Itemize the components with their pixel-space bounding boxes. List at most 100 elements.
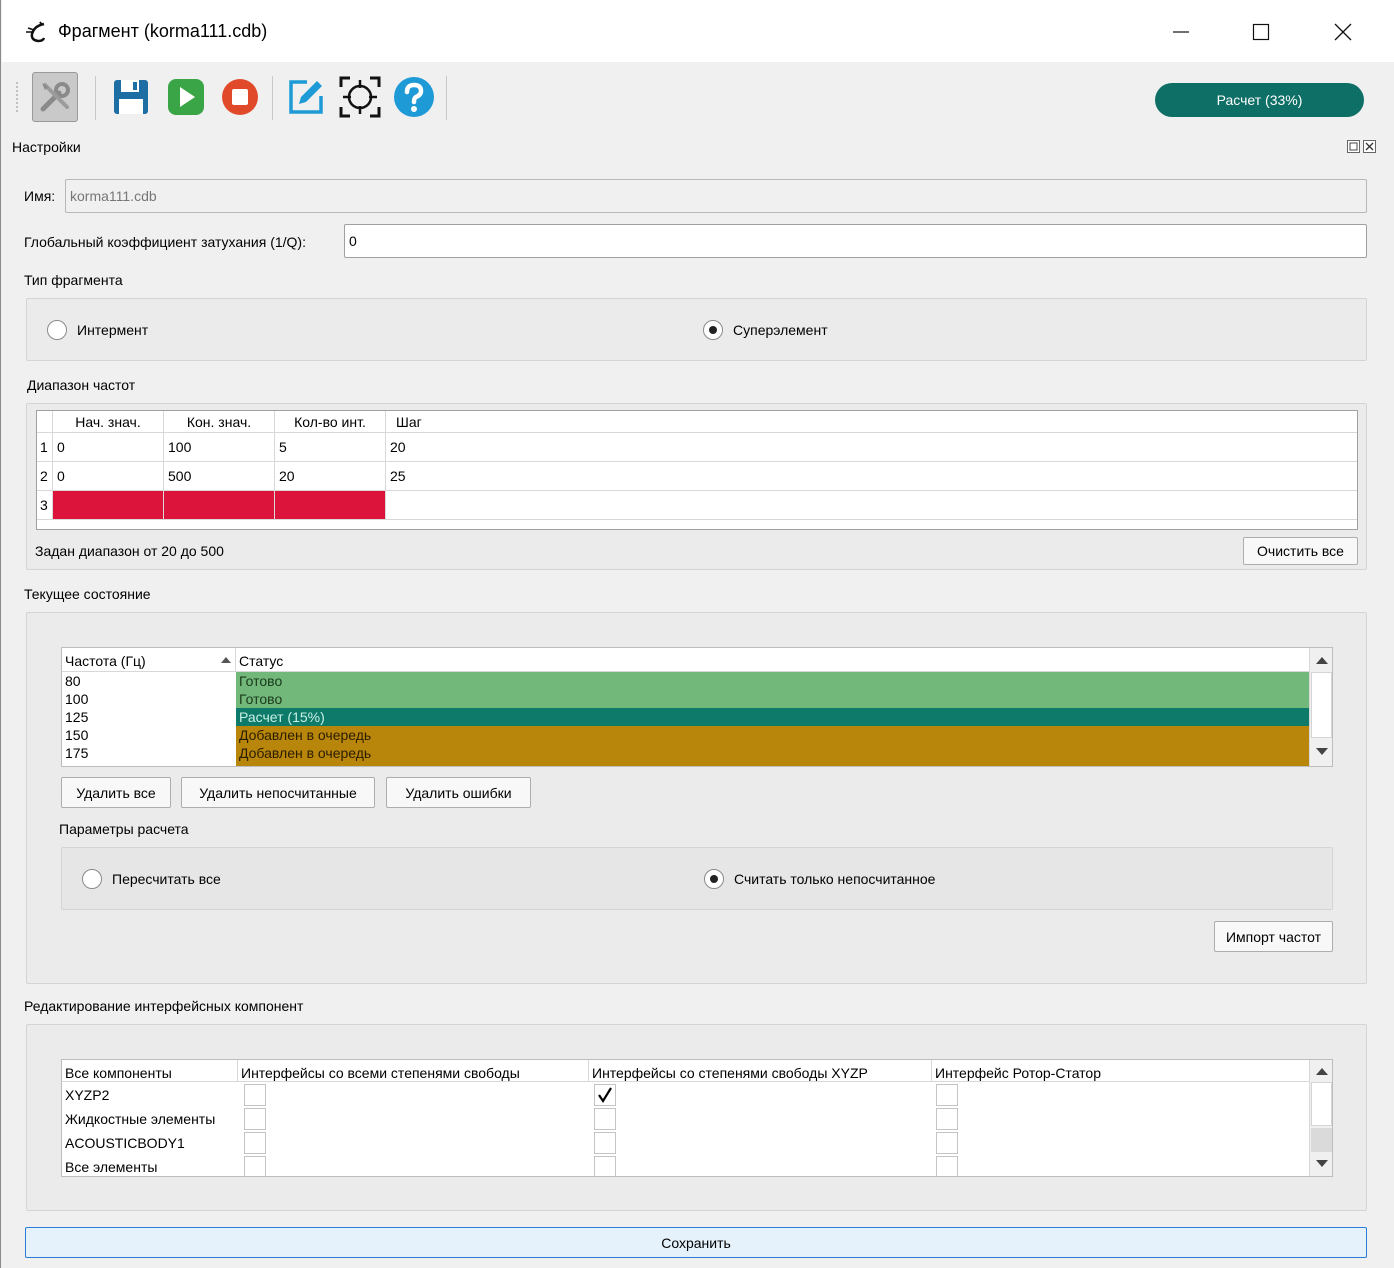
damping-input[interactable]: 0: [344, 224, 1367, 258]
toolbar-separator: [95, 76, 96, 120]
table-cell[interactable]: 25: [386, 462, 1357, 491]
column-header-rotor-stator[interactable]: Интерфейс Ротор-Статор: [932, 1060, 1309, 1082]
all-dof-checkbox[interactable]: [244, 1132, 266, 1154]
status-cell-queued[interactable]: Добавлен в очередь: [236, 744, 1309, 766]
rotor-stator-checkbox[interactable]: [936, 1132, 958, 1154]
scroll-down-icon[interactable]: [1316, 748, 1328, 756]
damping-label: Глобальный коэффициент затухания (1/Q):: [24, 234, 306, 250]
table-cell[interactable]: [386, 491, 1357, 520]
stop-button[interactable]: [217, 72, 263, 122]
superelement-radio[interactable]: [703, 320, 723, 340]
frequency-cell[interactable]: 125: [62, 708, 236, 726]
dock-close-icon[interactable]: [1363, 140, 1376, 153]
rotor-stator-checkbox[interactable]: [936, 1084, 958, 1106]
table-cell[interactable]: 0: [53, 433, 164, 462]
column-header-frequency-text: Частота (Гц): [65, 653, 146, 669]
scrollbar-thumb[interactable]: [1311, 672, 1332, 738]
close-button[interactable]: [1320, 12, 1366, 52]
delete-errors-button[interactable]: Удалить ошибки: [386, 777, 531, 808]
target-button[interactable]: [337, 72, 383, 122]
edit-icon: [289, 80, 323, 114]
frequency-cell[interactable]: 175: [62, 744, 236, 762]
clear-all-button[interactable]: Очистить все: [1243, 537, 1358, 565]
frequency-cell[interactable]: 100: [62, 690, 236, 708]
component-name[interactable]: ACOUSTICBODY1: [62, 1132, 238, 1156]
component-name[interactable]: Все элементы: [62, 1156, 238, 1176]
save-toolbar-button[interactable]: [108, 72, 154, 122]
toolbar-separator: [446, 76, 447, 120]
frequency-cell[interactable]: 150: [62, 726, 236, 744]
scroll-up-icon[interactable]: [1316, 1067, 1328, 1075]
dock-float-icon[interactable]: [1347, 140, 1360, 153]
delete-uncalculated-button[interactable]: Удалить непосчитанные: [181, 777, 375, 808]
current-state-label: Текущее состояние: [24, 586, 151, 602]
interfaces-group: Все компоненты Интерфейсы со всеми степе…: [26, 1024, 1367, 1211]
scrollbar-track[interactable]: [1311, 1128, 1332, 1152]
table-cell[interactable]: 0: [53, 462, 164, 491]
freq-range-table: Нач. знач. Кон. знач. Кол-во инт. Шаг 1 …: [36, 410, 1358, 530]
scrollbar-thumb[interactable]: [1311, 1082, 1332, 1126]
column-header-step[interactable]: Шаг: [386, 411, 1357, 433]
calc-params-group: Пересчитать все Считать только непосчита…: [61, 847, 1333, 910]
row-number: 1: [37, 433, 53, 462]
save-button[interactable]: Сохранить: [25, 1227, 1367, 1258]
interment-radio[interactable]: [47, 320, 67, 340]
calc-params-label: Параметры расчета: [59, 821, 189, 837]
table-cell-error[interactable]: [164, 491, 275, 520]
status-cell-running[interactable]: Расчет (15%): [236, 708, 1309, 726]
scroll-up-icon[interactable]: [1316, 656, 1328, 664]
column-header-count[interactable]: Кол-во инт.: [275, 411, 386, 433]
run-button[interactable]: [163, 72, 209, 122]
frequency-cell[interactable]: 80: [62, 672, 236, 690]
xyzp-checkbox-checked[interactable]: [594, 1084, 616, 1106]
column-header-frequency[interactable]: Частота (Гц): [62, 648, 236, 672]
all-dof-checkbox[interactable]: [244, 1156, 266, 1176]
table-cell[interactable]: 20: [275, 462, 386, 491]
stop-icon: [222, 79, 258, 115]
recalc-all-radio[interactable]: [82, 869, 102, 889]
interfaces-table-scrollbar[interactable]: [1309, 1060, 1332, 1176]
edit-button[interactable]: [283, 72, 329, 122]
current-state-group: Частота (Гц) Статус 80 Готово 100 Готово…: [26, 612, 1367, 984]
toolbar-grip[interactable]: [16, 82, 20, 112]
scroll-down-icon[interactable]: [1316, 1160, 1328, 1168]
minimize-icon: [1173, 31, 1189, 33]
minimize-button[interactable]: [1158, 12, 1204, 52]
column-header-xyzp[interactable]: Интерфейсы со степенями свободы XYZP: [589, 1060, 932, 1082]
status-cell-done[interactable]: Готово: [236, 672, 1309, 690]
import-frequencies-button[interactable]: Импорт частот: [1214, 921, 1333, 952]
fragment-type-label: Тип фрагмента: [24, 272, 123, 288]
component-name[interactable]: XYZP2: [62, 1084, 238, 1108]
maximize-button[interactable]: [1238, 12, 1284, 52]
xyzp-checkbox[interactable]: [594, 1156, 616, 1176]
freq-range-group: Нач. знач. Кон. знач. Кол-во инт. Шаг 1 …: [26, 403, 1367, 570]
table-cell-error[interactable]: [53, 491, 164, 520]
all-dof-checkbox[interactable]: [244, 1108, 266, 1130]
column-header-start[interactable]: Нач. знач.: [53, 411, 164, 433]
table-cell-error[interactable]: [275, 491, 386, 520]
all-dof-checkbox[interactable]: [244, 1084, 266, 1106]
maximize-icon: [1252, 23, 1270, 41]
play-icon: [168, 79, 204, 115]
rotor-stator-checkbox[interactable]: [936, 1108, 958, 1130]
status-cell-done[interactable]: Готово: [236, 690, 1309, 708]
column-header-status[interactable]: Статус: [236, 648, 1332, 672]
xyzp-checkbox[interactable]: [594, 1132, 616, 1154]
status-table-scrollbar[interactable]: [1309, 648, 1332, 766]
table-cell[interactable]: 100: [164, 433, 275, 462]
calc-uncalculated-radio[interactable]: [704, 869, 724, 889]
help-button[interactable]: [391, 72, 437, 122]
delete-all-button[interactable]: Удалить все: [61, 777, 171, 808]
settings-tools-button[interactable]: [32, 72, 78, 122]
recalc-all-radio-label: Пересчитать все: [112, 871, 221, 887]
table-cell[interactable]: 20: [386, 433, 1357, 462]
status-cell-queued[interactable]: Добавлен в очередь: [236, 726, 1309, 744]
rotor-stator-checkbox[interactable]: [936, 1156, 958, 1176]
component-name[interactable]: Жидкостные элементы: [62, 1108, 238, 1132]
table-cell[interactable]: 500: [164, 462, 275, 491]
table-cell[interactable]: 5: [275, 433, 386, 462]
column-header-components[interactable]: Все компоненты: [62, 1060, 238, 1082]
column-header-end[interactable]: Кон. знач.: [164, 411, 275, 433]
xyzp-checkbox[interactable]: [594, 1108, 616, 1130]
column-header-all-dof[interactable]: Интерфейсы со всеми степенями свободы: [238, 1060, 589, 1082]
